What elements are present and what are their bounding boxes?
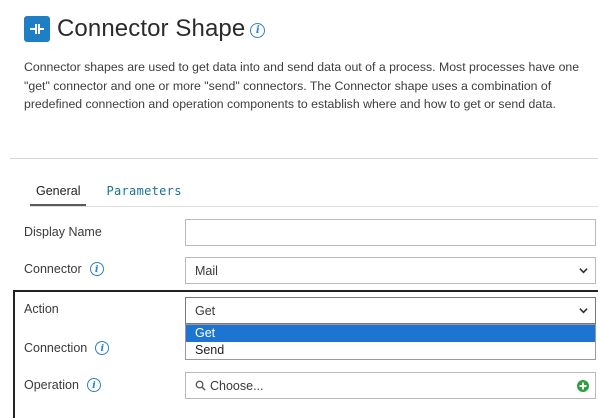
chevron-down-icon <box>579 268 588 274</box>
tab-bar-divider <box>30 206 598 207</box>
section-divider <box>10 158 598 159</box>
operation-search-field[interactable]: Choose... <box>185 372 596 399</box>
add-operation-icon[interactable] <box>577 380 589 392</box>
display-name-label: Display Name <box>24 225 102 239</box>
operation-placeholder: Choose... <box>210 378 264 393</box>
action-dropdown-list: Get Send <box>185 324 596 360</box>
action-select[interactable]: Get <box>185 297 596 324</box>
chevron-down-icon <box>579 308 588 314</box>
connector-select[interactable]: Mail <box>185 257 596 284</box>
display-name-label-text: Display Name <box>24 225 102 239</box>
connector-label-text: Connector <box>24 262 82 276</box>
tab-bar: General Parameters <box>30 180 188 206</box>
tab-parameters[interactable]: Parameters <box>100 180 187 206</box>
page-header: Connector Shape i <box>24 12 266 46</box>
connector-info-icon[interactable]: i <box>89 262 104 276</box>
operation-label-text: Operation <box>24 378 79 392</box>
action-label: Action <box>24 302 59 316</box>
connection-label-text: Connection <box>24 341 88 355</box>
connection-label: Connection i <box>24 341 110 355</box>
title-info-icon[interactable]: i <box>250 22 266 38</box>
display-name-input[interactable] <box>185 219 596 246</box>
connection-info-icon[interactable]: i <box>95 341 110 355</box>
connector-value: Mail <box>195 263 218 278</box>
operation-label: Operation i <box>24 378 101 392</box>
tab-general[interactable]: General <box>30 180 87 206</box>
operation-info-icon[interactable]: i <box>86 378 101 392</box>
connector-label: Connector i <box>24 262 104 276</box>
action-value: Get <box>195 303 216 318</box>
shape-description: Connector shapes are used to get data in… <box>24 60 580 111</box>
action-option-send[interactable]: Send <box>186 342 595 359</box>
page-title: Connector Shape <box>57 15 246 42</box>
connector-shape-icon <box>24 16 50 42</box>
search-icon <box>195 380 206 391</box>
action-label-text: Action <box>24 302 59 316</box>
action-option-get[interactable]: Get <box>186 325 595 342</box>
